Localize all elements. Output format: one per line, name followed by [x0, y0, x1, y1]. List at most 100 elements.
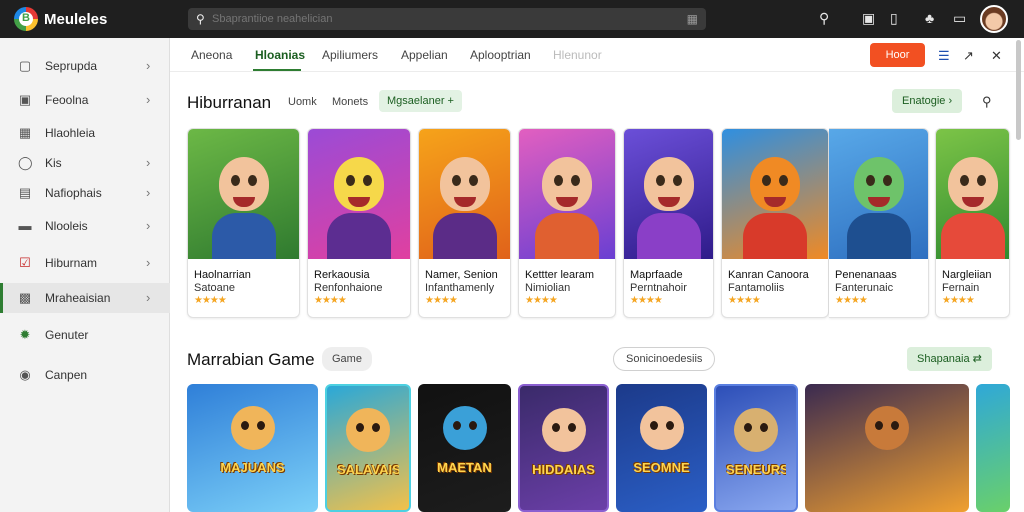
chip-label: Mgsaelaner [387, 95, 445, 107]
card-title: Namer, Senion [425, 269, 498, 281]
game-card[interactable]: Nargleiian Fernain ★★★★ [935, 128, 1010, 318]
card-subtitle: Renfonhaione [314, 282, 383, 294]
checkbox-icon: ☑ [19, 255, 31, 270]
game-tile[interactable]: MAJUANS [187, 384, 318, 512]
more-button[interactable]: Enatogie › [892, 89, 963, 113]
puzzle-icon[interactable]: ♣ [925, 9, 934, 27]
game-card[interactable]: Haolnarrian Satoane ★★★★ [187, 128, 300, 318]
card-subtitle: Fantamoliis [728, 282, 785, 294]
sidebar-item-5[interactable]: ▤ Nafiophais › [0, 178, 170, 208]
game-art [734, 408, 778, 452]
green-filter-chip[interactable]: Mgsaelaner + [379, 90, 462, 112]
game-art [865, 406, 909, 450]
sidebar-item-4[interactable]: ◯ Kis › [0, 148, 170, 178]
sidebar-item-6[interactable]: ▬ Nlooleis › [0, 211, 170, 241]
sidebar-item-label: Hlaohleia [45, 126, 96, 140]
bookmark-icon[interactable]: ▯ [890, 9, 898, 27]
search-icon[interactable]: ⚲ [982, 94, 992, 110]
game-tile[interactable]: SEOMNE [616, 384, 707, 512]
game-tile[interactable] [805, 384, 969, 512]
sidebar-item-7[interactable]: ☑ Hiburnam › [0, 248, 170, 278]
tile-banner: MAJUANS [220, 460, 285, 475]
app-title: Meuleles [44, 11, 108, 28]
tab-6[interactable]: Hlenunor [553, 48, 602, 62]
main-content: Aneona Hloanias Apiliumers Appelian Aplo… [170, 38, 1024, 512]
window-icon: ▣ [18, 92, 32, 107]
phone-icon[interactable]: ▭ [953, 9, 966, 27]
game-tile[interactable] [976, 384, 1010, 512]
share-icon[interactable]: ↗ [963, 48, 974, 64]
logo-letter: B [22, 12, 30, 24]
section-title: Marrabian Game [187, 350, 315, 369]
tab-4[interactable]: Appelian [401, 48, 448, 62]
game-art [230, 406, 275, 450]
filter-chip[interactable]: Game [322, 347, 372, 371]
close-icon[interactable]: ✕ [991, 48, 1002, 64]
sidebar-item-label: Mraheaisian [45, 291, 111, 305]
more-button[interactable]: Shapanaia ⇄ [907, 347, 992, 371]
game-card[interactable]: Namer, Senion Infanthamenly ★★★★ [418, 128, 511, 318]
tile-banner: MAETAN [437, 460, 492, 475]
game-card[interactable]: Maprfaade Perntnahoir ★★★★ [623, 128, 714, 318]
rating-stars: ★★★★ [314, 295, 347, 306]
scrollbar[interactable] [1016, 40, 1021, 140]
rating-stars: ★★★★ [728, 295, 761, 306]
game-art [829, 129, 928, 259]
more-label: Enatogie [902, 95, 946, 107]
chevron-right-icon: › [146, 255, 151, 270]
game-card[interactable]: Rerkaousia Renfonhaione ★★★★ [307, 128, 411, 318]
tab-3[interactable]: Apiliumers [322, 48, 378, 62]
avatar[interactable] [980, 5, 1008, 33]
card-title: Kanran Canoora [728, 269, 809, 281]
card-title: Nargleiian [942, 269, 992, 281]
sidebar-item-label: Nafiophais [45, 186, 102, 200]
tab-2[interactable]: Hloanias [255, 48, 305, 62]
game-tile[interactable]: SENEURS [714, 384, 798, 512]
chevron-right-icon: › [948, 95, 953, 107]
list-icon: ▬ [18, 218, 32, 233]
game-tile[interactable]: MAETAN [418, 384, 511, 512]
game-card[interactable]: Penenanaas Fanterunaic ★★★★ [829, 128, 929, 318]
game-tile[interactable]: SALAVAIS [325, 384, 411, 512]
card-title: Kettter learam [525, 269, 595, 281]
rating-stars: ★★★★ [942, 295, 975, 306]
outline-chip[interactable]: Sonicinoedesiis [613, 347, 716, 371]
tablet-icon[interactable]: ▣ [862, 9, 875, 27]
sidebar-item-label: Hiburnam [45, 256, 98, 270]
search-bar[interactable]: ⚲ ▦ [188, 8, 706, 30]
game-card[interactable]: Kettter learam Nimiolian ★★★★ [518, 128, 616, 318]
sidebar-item-2[interactable]: ▣ Feoolna › [0, 85, 170, 115]
search-icon[interactable]: ⚲ [819, 9, 829, 27]
chevron-right-icon: › [146, 92, 151, 107]
filter-chip[interactable]: Monets [332, 96, 368, 108]
game-art [722, 129, 828, 259]
card-title: Maprfaade [630, 269, 683, 281]
sidebar: ▢ Seprupda › ▣ Feoolna › ▦ Hlaohleia ◯ K… [0, 38, 170, 512]
game-card[interactable]: Kanran Canoora Fantamoliis ★★★★ [721, 128, 829, 318]
section-title: Hiburranan [187, 93, 272, 112]
red-action-button[interactable]: Hoor [870, 43, 925, 67]
game-art [188, 129, 299, 259]
card-subtitle: Fernain [942, 282, 980, 294]
gamepad-icon: ◉ [19, 367, 31, 382]
game-tile[interactable]: HIDDAIAS [518, 384, 609, 512]
sidebar-item-label: Canpen [45, 368, 88, 382]
search-input[interactable] [212, 10, 652, 28]
image-search-icon[interactable]: ▦ [687, 12, 698, 26]
sidebar-item-3[interactable]: ▦ Hlaohleia [0, 118, 170, 148]
rating-stars: ★★★★ [835, 295, 868, 306]
card-subtitle: Infanthamenly [425, 282, 495, 294]
flag-icon[interactable]: ☰ [938, 48, 950, 64]
sidebar-item-8[interactable]: ▩ Mraheaisian › [0, 283, 170, 313]
tag-icon: ✹ [19, 327, 31, 342]
filter-chip[interactable]: Uomk [288, 96, 317, 108]
sidebar-item-9[interactable]: ✹ Genuter [0, 320, 170, 350]
tab-1[interactable]: Aneona [191, 48, 232, 62]
tab-5[interactable]: Aplooptrian [470, 48, 531, 62]
sidebar-item-10[interactable]: ◉ Canpen [0, 360, 170, 390]
card-title: Penenanaas [835, 269, 897, 281]
sidebar-item-1[interactable]: ▢ Seprupda › [0, 51, 170, 81]
app-logo[interactable]: B [14, 7, 38, 31]
game-art [419, 129, 510, 259]
game-art [308, 129, 410, 259]
